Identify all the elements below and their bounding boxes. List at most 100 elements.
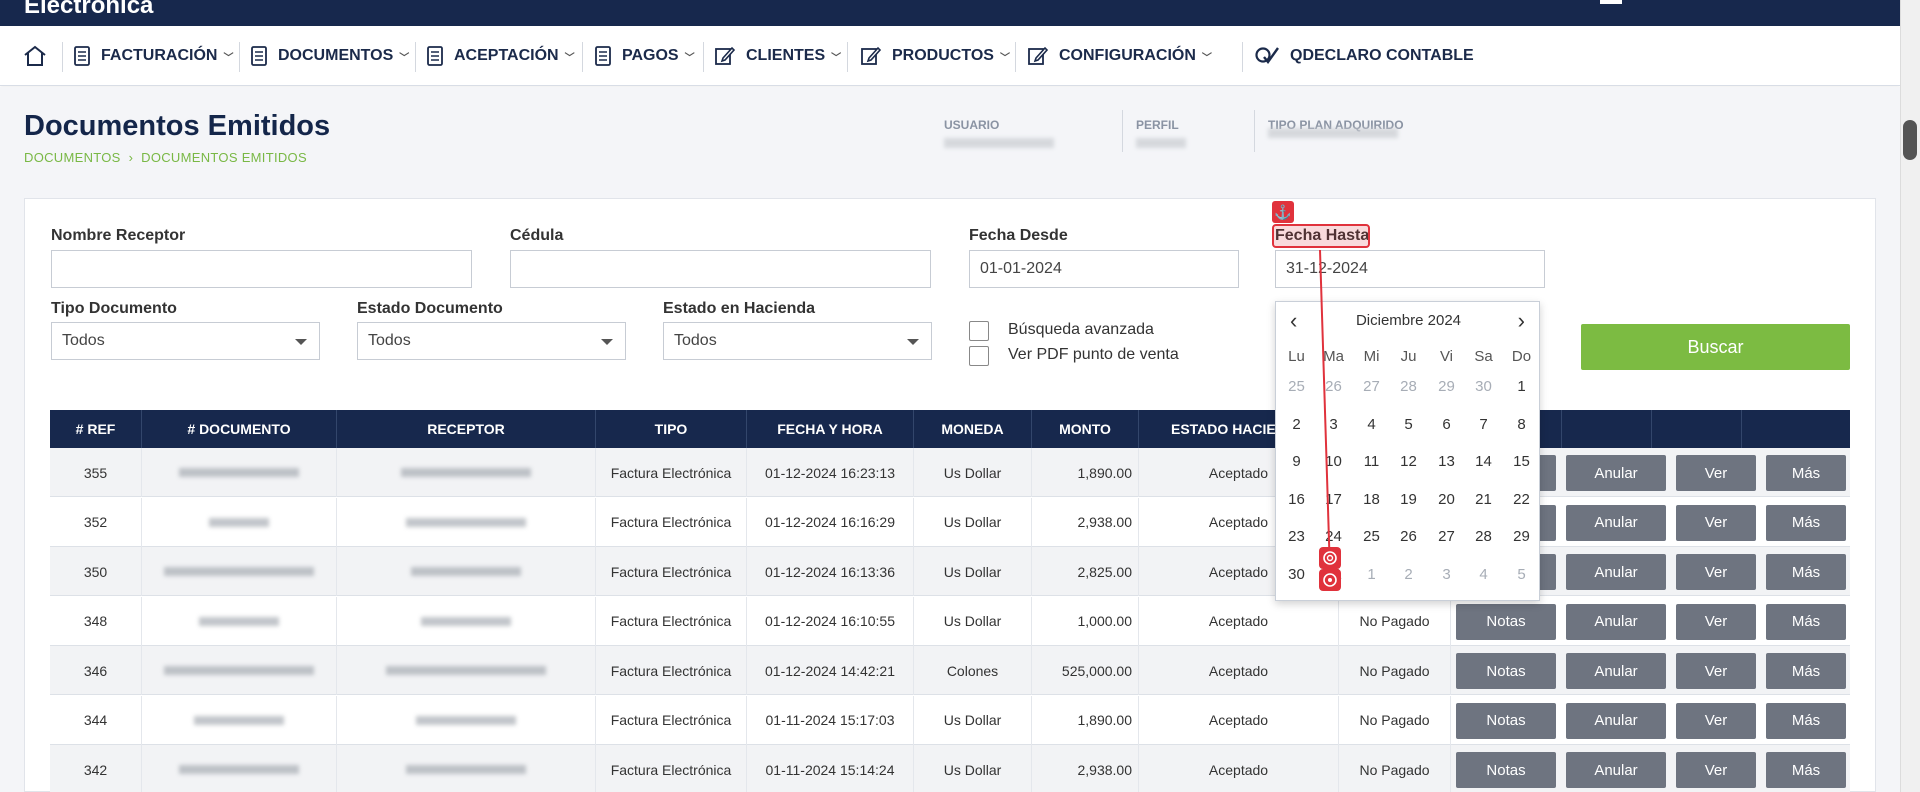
mas-button[interactable]: Más [1766,653,1846,689]
calendar-day[interactable]: 29 [1503,522,1540,552]
mas-button[interactable]: Más [1766,603,1846,640]
ver-button[interactable]: Ver [1676,504,1756,541]
ver-button[interactable]: Ver [1676,455,1756,491]
mas-button[interactable]: Más [1766,455,1846,491]
notas-button[interactable]: Notas [1456,653,1556,689]
calendar-day[interactable]: 17 [1315,485,1352,515]
chevron-down-icon: ﹀ [1201,52,1212,64]
calendar-day[interactable]: 29 [1428,372,1465,402]
page-scrollbar-thumb[interactable] [1903,120,1917,160]
calendar-day[interactable]: 24 [1315,522,1352,552]
calendar-day[interactable]: 28 [1465,522,1502,552]
estado-documento-select[interactable]: Todos [357,322,626,360]
ver-button[interactable]: Ver [1676,554,1756,590]
calendar-day[interactable]: 16 [1278,485,1315,515]
nav-clientes[interactable]: CLIENTES ﹀ [714,26,841,86]
calendar-day[interactable]: 22 [1503,485,1540,515]
nav-documentos[interactable]: DOCUMENTOS ﹀ [250,26,409,86]
document-icon [74,46,90,66]
cell-ref: 348 [50,596,142,646]
calendar-day[interactable]: 26 [1390,522,1427,552]
notas-button[interactable]: Notas [1456,702,1556,739]
calendar-day[interactable]: 25 [1353,522,1390,552]
calendar-day[interactable]: 4 [1353,410,1390,440]
tipo-documento-select[interactable]: Todos [51,322,320,360]
mas-button[interactable]: Más [1766,504,1846,541]
calendar-day[interactable]: 6 [1428,410,1465,440]
fecha-hasta-input[interactable]: 31-12-2024 [1275,250,1545,288]
nav-aceptacion[interactable]: ACEPTACIÓN ﹀ [426,26,575,86]
ver-pdf-checkbox[interactable] [969,346,989,366]
calendar-day[interactable]: 20 [1428,485,1465,515]
calendar-day[interactable]: 30 [1465,372,1502,402]
calendar-day[interactable]: 9 [1278,447,1315,477]
cell-fecha: 01-12-2024 14:42:21 [747,646,914,695]
buscar-button[interactable]: Buscar [1581,324,1850,370]
calendar-day[interactable]: 18 [1353,485,1390,515]
calendar-day[interactable]: 27 [1428,522,1465,552]
calendar-day[interactable]: 3 [1428,560,1465,590]
next-month-icon[interactable]: › [1518,308,1525,334]
breadcrumb-documentos[interactable]: DOCUMENTOS [24,150,121,165]
calendar-day[interactable]: 3 [1315,410,1352,440]
ver-button[interactable]: Ver [1676,653,1756,689]
nav-configuracion[interactable]: CONFIGURACIÓN ﹀ [1027,26,1212,86]
calendar-day[interactable]: 1 [1503,372,1540,402]
ver-button[interactable]: Ver [1676,603,1756,640]
nav-pagos[interactable]: PAGOS ﹀ [594,26,695,86]
anular-button[interactable]: Anular [1566,603,1666,640]
nav-facturacion[interactable]: FACTURACIÓN ﹀ [73,26,233,86]
calendar-day[interactable]: 4 [1465,560,1502,590]
calendar-day[interactable]: 7 [1465,410,1502,440]
calendar-day[interactable]: 28 [1390,372,1427,402]
calendar-day[interactable]: 23 [1278,522,1315,552]
ver-button[interactable]: Ver [1676,702,1756,739]
notas-button[interactable]: Notas [1456,603,1556,640]
calendar-day[interactable]: 8 [1503,410,1540,440]
cell-documento [142,547,337,596]
anular-button[interactable]: Anular [1566,752,1666,788]
nav-productos[interactable]: PRODUCTOS ﹀ [860,26,1010,86]
estado-hacienda-select[interactable]: Todos [663,322,932,360]
calendar-day[interactable]: 11 [1353,447,1390,477]
anular-button[interactable]: Anular [1566,653,1666,689]
calendar-day[interactable]: 10 [1315,447,1352,477]
ver-button[interactable]: Ver [1676,752,1756,788]
mas-button[interactable]: Más [1766,554,1846,590]
calendar-day[interactable]: 14 [1465,447,1502,477]
cell-moneda: Us Dollar [914,596,1032,646]
home-icon[interactable] [22,26,58,86]
anular-button[interactable]: Anular [1566,702,1666,739]
anular-button[interactable]: Anular [1566,554,1666,590]
calendar-day[interactable]: 1 [1353,560,1390,590]
mas-button[interactable]: Más [1766,752,1846,788]
calendar-day[interactable]: 27 [1353,372,1390,402]
busqueda-avanzada-checkbox[interactable] [969,321,989,341]
anular-button[interactable]: Anular [1566,504,1666,541]
cedula-input[interactable] [510,250,931,288]
breadcrumb-documentos-emitidos: DOCUMENTOS EMITIDOS [141,150,307,165]
calendar-day[interactable]: 13 [1428,447,1465,477]
calendar-day[interactable]: 5 [1390,410,1427,440]
calendar-day[interactable]: 2 [1390,560,1427,590]
calendar-day[interactable]: 12 [1390,447,1427,477]
calendar-day[interactable]: 15 [1503,447,1540,477]
calendar-day[interactable]: 21 [1465,485,1502,515]
estado-hacienda-value: Todos [674,332,717,349]
nombre-receptor-input[interactable] [51,250,472,288]
mas-button[interactable]: Más [1766,702,1846,739]
cell-monto: 2,825.00 [1032,547,1139,596]
fecha-desde-input[interactable]: 01-01-2024 [969,250,1239,288]
calendar-day[interactable]: 5 [1503,560,1540,590]
nav-qdeclaro[interactable]: QDECLARO CONTABLE [1254,26,1474,86]
calendar-day[interactable]: 26 [1315,372,1352,402]
calendar-day[interactable]: 25 [1278,372,1315,402]
calendar-day[interactable]: 2 [1278,410,1315,440]
calendar-day[interactable]: 19 [1390,485,1427,515]
calendar-day[interactable]: 31 [1315,560,1352,590]
page-scrollbar[interactable] [1900,0,1920,792]
user-icon[interactable] [1600,0,1622,4]
calendar-day[interactable]: 30 [1278,560,1315,590]
notas-button[interactable]: Notas [1456,752,1556,788]
anular-button[interactable]: Anular [1566,455,1666,491]
